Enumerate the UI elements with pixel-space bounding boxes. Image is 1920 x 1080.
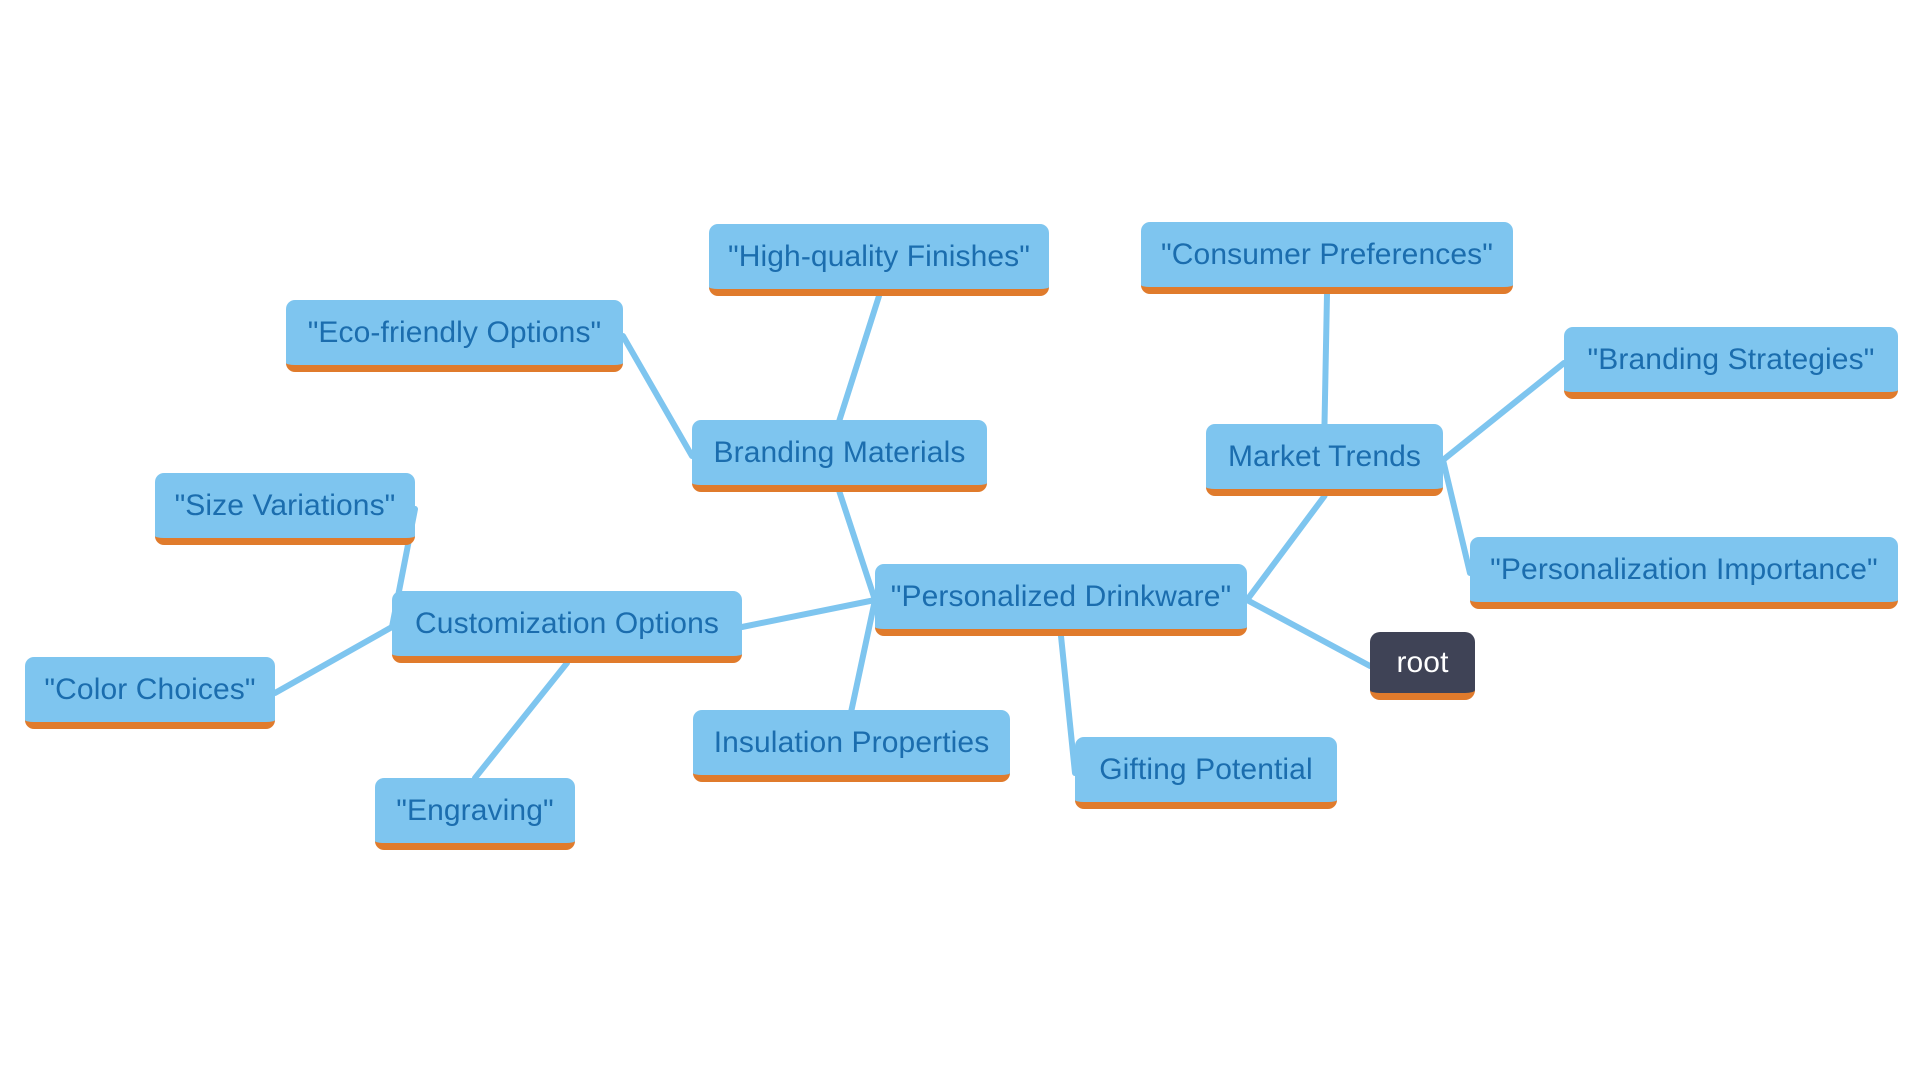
- node-label: "Engraving": [396, 793, 554, 827]
- mindmap-edge: [1244, 597, 1373, 669]
- node-label: root: [1396, 645, 1449, 679]
- node-label: Customization Options: [415, 606, 719, 640]
- mindmap-node-root[interactable]: root: [1370, 632, 1475, 700]
- node-label: "Consumer Preferences": [1161, 237, 1493, 271]
- node-label: "Personalized Drinkware": [890, 579, 1232, 613]
- mindmap-node-consumer-preferences[interactable]: "Consumer Preferences": [1141, 222, 1513, 294]
- mindmap-node-market-trends[interactable]: Market Trends: [1206, 424, 1443, 496]
- mindmap-edge: [739, 597, 878, 630]
- mindmap-edge: [848, 597, 878, 713]
- node-label: Market Trends: [1227, 439, 1422, 473]
- node-label: "Branding Strategies": [1587, 342, 1875, 376]
- mindmap-node-customization-options[interactable]: Customization Options: [392, 591, 742, 663]
- mindmap-node-personalization-importance[interactable]: "Personalization Importance": [1470, 537, 1898, 609]
- mindmap-edge: [1244, 493, 1328, 603]
- mindmap-node-high-quality-finishes[interactable]: "High-quality Finishes": [709, 224, 1049, 296]
- mindmap-node-branding-materials[interactable]: Branding Materials: [692, 420, 987, 492]
- mindmap-edge: [836, 489, 878, 603]
- mindmap-node-gifting-potential[interactable]: Gifting Potential: [1075, 737, 1337, 809]
- node-label: "Eco-friendly Options": [307, 315, 602, 349]
- mindmap-edge: [1058, 633, 1078, 776]
- node-label: "Color Choices": [44, 672, 256, 706]
- node-label: "Personalization Importance": [1490, 552, 1878, 586]
- mindmap-node-size-variations[interactable]: "Size Variations": [155, 473, 415, 545]
- node-label: Gifting Potential: [1099, 752, 1313, 786]
- node-label: Branding Materials: [713, 435, 966, 469]
- mindmap-edge: [272, 624, 395, 696]
- mindmap-node-personalized-drinkware[interactable]: "Personalized Drinkware": [875, 564, 1247, 636]
- node-label: "High-quality Finishes": [727, 239, 1031, 273]
- mindmap-edge: [472, 660, 570, 781]
- mindmap-node-color-choices[interactable]: "Color Choices": [25, 657, 275, 729]
- mindmap-edge: [1440, 360, 1567, 463]
- mindmap-edge: [620, 333, 695, 459]
- mindmap-edge: [1440, 457, 1473, 576]
- mindmap-node-engraving[interactable]: "Engraving": [375, 778, 575, 850]
- mindmap-node-branding-strategies[interactable]: "Branding Strategies": [1564, 327, 1898, 399]
- mindmap-canvas: "Personalized Drinkware" Branding Materi…: [0, 0, 1920, 1080]
- mindmap-edge: [1321, 291, 1330, 427]
- mindmap-node-insulation-properties[interactable]: Insulation Properties: [693, 710, 1010, 782]
- node-label: "Size Variations": [174, 488, 396, 522]
- mindmap-node-eco-friendly-options[interactable]: "Eco-friendly Options": [286, 300, 623, 372]
- node-label: Insulation Properties: [713, 725, 990, 759]
- mindmap-edge: [836, 293, 882, 423]
